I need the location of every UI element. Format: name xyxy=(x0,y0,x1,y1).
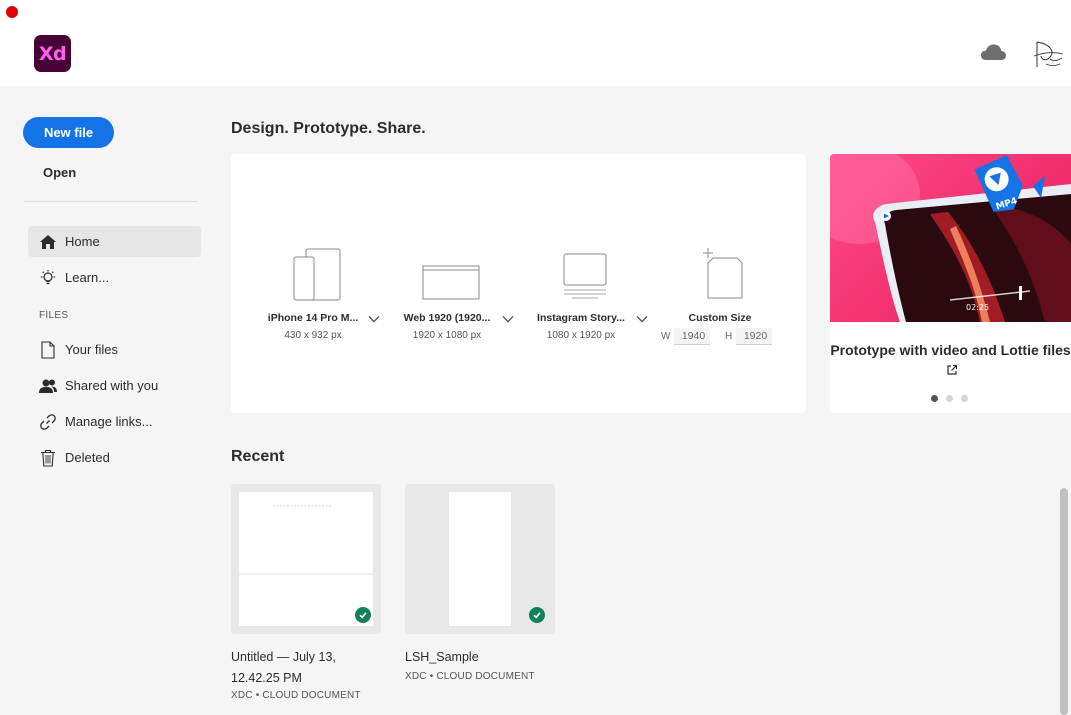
sidebar-item-home[interactable]: Home xyxy=(28,226,201,257)
cloud-icon[interactable] xyxy=(980,42,1007,62)
document-icon xyxy=(38,340,58,359)
sidebar-item-shared-with-you[interactable]: Shared with you xyxy=(28,370,201,401)
user-avatar[interactable] xyxy=(1032,38,1066,70)
sidebar-divider xyxy=(24,201,198,202)
recent-file-name[interactable]: LSH_Sample xyxy=(405,647,479,668)
chevron-down-icon[interactable] xyxy=(502,315,514,323)
preset-size: 1080 x 1920 px xyxy=(546,330,616,341)
carousel-dot-3[interactable] xyxy=(961,395,968,402)
sidebar-item-learn[interactable]: Learn... xyxy=(28,262,201,293)
external-link-icon xyxy=(947,364,958,375)
files-section-heading: FILES xyxy=(39,310,69,321)
recent-file-type: XDC • CLOUD DOCUMENT xyxy=(405,671,535,682)
link-icon xyxy=(38,413,58,431)
sidebar-item-label: Manage links... xyxy=(65,414,153,429)
window-close-button[interactable] xyxy=(6,6,18,18)
chevron-down-icon[interactable] xyxy=(368,315,380,323)
height-label: H xyxy=(725,331,733,342)
sidebar-item-manage-links[interactable]: Manage links... xyxy=(28,406,201,437)
open-button[interactable]: Open xyxy=(43,165,76,180)
sidebar-item-label: Shared with you xyxy=(65,378,159,393)
recent-file-card[interactable] xyxy=(405,484,555,634)
promo-card[interactable]: 02:25 MP4 Prototype with video and Lotti… xyxy=(830,154,1071,413)
promo-image: 02:25 MP4 xyxy=(830,154,1071,322)
lightbulb-icon xyxy=(38,269,58,287)
new-file-button[interactable]: New file xyxy=(23,117,114,148)
preset-name: iPhone 14 Pro M... xyxy=(267,312,359,324)
preset-iphone[interactable]: iPhone 14 Pro M... 430 x 932 px xyxy=(258,244,380,354)
custom-width-input[interactable]: 1940 xyxy=(674,328,710,345)
recent-file-card[interactable] xyxy=(231,484,381,634)
carousel-dot-1[interactable] xyxy=(931,395,938,402)
sidebar-item-label: Your files xyxy=(65,342,118,357)
preset-name: Custom Size xyxy=(688,312,752,324)
browser-icon xyxy=(422,265,480,300)
promo-title-text: Prototype with video and Lottie files xyxy=(830,342,1071,358)
video-time: 02:25 xyxy=(966,303,989,312)
preset-custom-size[interactable]: Custom Size W 1940 H 1920 xyxy=(660,244,780,354)
page-title: Design. Prototype. Share. xyxy=(231,120,426,137)
home-icon xyxy=(38,233,58,251)
scrollbar[interactable] xyxy=(1060,488,1068,715)
sidebar: New file Open Home Learn... FILES Your f… xyxy=(0,86,215,715)
carousel-dots xyxy=(931,395,968,402)
custom-size-icon xyxy=(703,248,743,299)
people-icon xyxy=(38,377,58,395)
presets-panel: iPhone 14 Pro M... 430 x 932 px Web 1920… xyxy=(231,154,806,413)
trash-icon xyxy=(38,449,58,467)
synced-check-icon xyxy=(529,607,545,623)
preset-name: Web 1920 (1920... xyxy=(403,312,491,324)
recent-file-type: XDC • CLOUD DOCUMENT xyxy=(231,690,361,701)
carousel-dot-2[interactable] xyxy=(946,395,953,402)
preset-size: 1920 x 1080 px xyxy=(412,330,482,341)
preset-size: 430 x 932 px xyxy=(284,330,342,341)
recent-section-title: Recent xyxy=(231,448,285,465)
width-label: W xyxy=(661,331,671,342)
sidebar-item-your-files[interactable]: Your files xyxy=(28,334,201,365)
promo-illustration: 02:25 MP4 xyxy=(830,154,1071,322)
sidebar-item-label: Home xyxy=(65,234,100,249)
preset-name: Instagram Story... xyxy=(537,312,625,324)
story-icon xyxy=(563,253,607,299)
top-bar: Xd xyxy=(0,0,1071,86)
sidebar-item-label: Learn... xyxy=(65,270,110,285)
promo-title[interactable]: Prototype with video and Lottie files xyxy=(830,340,1071,380)
custom-height-input[interactable]: 1920 xyxy=(736,328,772,345)
preset-instagram-story[interactable]: Instagram Story... 1080 x 1920 px xyxy=(526,244,648,354)
recent-file-name[interactable]: Untitled — July 13, 12.42.25 PM xyxy=(231,647,381,689)
phone-icon xyxy=(293,248,341,301)
synced-check-icon xyxy=(355,607,371,623)
chevron-down-icon[interactable] xyxy=(636,315,648,323)
sidebar-item-deleted[interactable]: Deleted xyxy=(28,442,201,473)
xd-logo: Xd xyxy=(34,35,71,72)
preset-web[interactable]: Web 1920 (1920... 1920 x 1080 px xyxy=(392,244,514,354)
sidebar-item-label: Deleted xyxy=(65,450,110,465)
